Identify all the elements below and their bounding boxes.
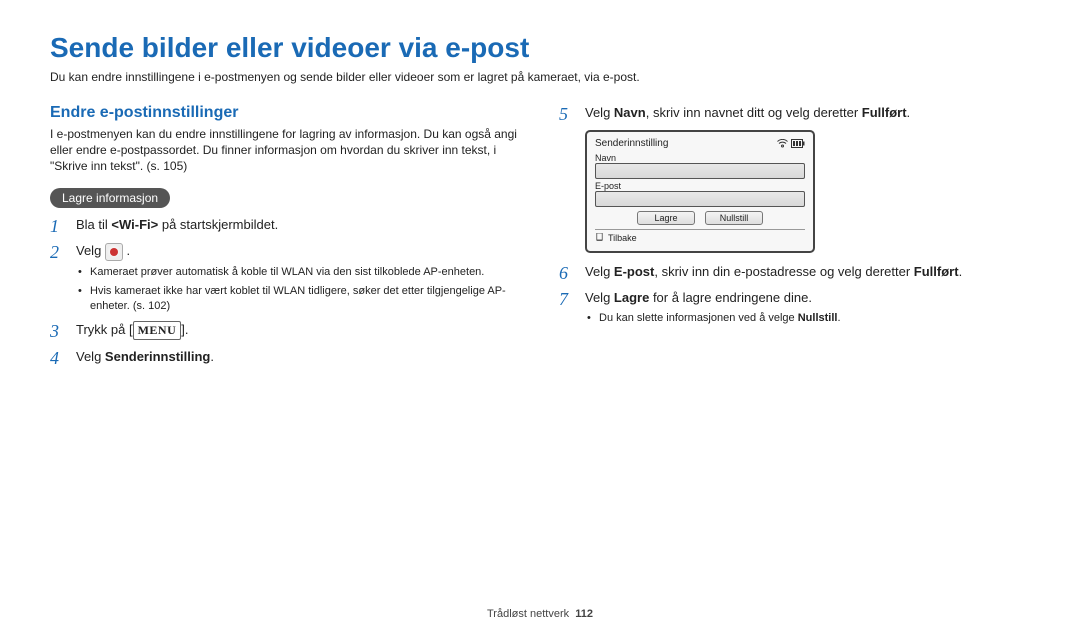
step-6: Velg E-post, skriv inn din e-postadresse…	[559, 263, 1030, 281]
wifi-icon	[777, 139, 788, 148]
step-2: Velg . Kameraet prøver automatisk å kobl…	[50, 242, 521, 313]
section-heading: Endre e-postinnstillinger	[50, 104, 521, 122]
steps-right: Velg Navn, skriv inn navnet ditt og velg…	[559, 104, 1030, 122]
camera-field-navn-input[interactable]	[595, 163, 805, 179]
camera-status-icons	[777, 138, 805, 149]
page-description: Du kan endre innstillingene i e-postmeny…	[50, 70, 1030, 86]
right-column: Velg Navn, skriv inn navnet ditt og velg…	[559, 104, 1030, 375]
battery-icon	[791, 139, 805, 148]
step-5: Velg Navn, skriv inn navnet ditt og velg…	[559, 104, 1030, 122]
page-footer: Trådløst nettverk 112	[0, 608, 1080, 620]
step-3: Trykk på [MENU].	[50, 321, 521, 340]
camera-field-navn-label: Navn	[595, 153, 805, 163]
camera-field-epost-label: E-post	[595, 181, 805, 191]
step-4: Velg Senderinnstilling.	[50, 348, 521, 366]
info-pill: Lagre informasjon	[50, 188, 170, 208]
step-1: Bla til <Wi-Fi> på startskjermbildet.	[50, 216, 521, 234]
camera-back-label[interactable]: Tilbake	[608, 233, 637, 243]
back-icon	[595, 233, 604, 242]
page-title: Sende bilder eller videoer via e-post	[50, 32, 1030, 64]
email-app-icon	[105, 243, 123, 261]
footer-section: Trådløst nettverk	[487, 608, 569, 620]
camera-reset-button[interactable]: Nullstill	[705, 211, 763, 225]
camera-field-epost-input[interactable]	[595, 191, 805, 207]
steps-right-cont: Velg E-post, skriv inn din e-postadresse…	[559, 263, 1030, 326]
footer-page-number: 112	[575, 608, 593, 620]
menu-button-label: MENU	[133, 321, 182, 340]
step-7: Velg Lagre for å lagre endringene dine. …	[559, 289, 1030, 326]
left-column: Endre e-postinnstillinger I e-postmenyen…	[50, 104, 521, 375]
camera-save-button[interactable]: Lagre	[637, 211, 695, 225]
step-2-sub-1: Kameraet prøver automatisk å koble til W…	[76, 265, 521, 280]
steps-left: Bla til <Wi-Fi> på startskjermbildet. Ve…	[50, 216, 521, 366]
step-7-sub-1: Du kan slette informasjonen ved å velge …	[585, 311, 1030, 326]
step-2-sub-2: Hvis kameraet ikke har vært koblet til W…	[76, 284, 521, 314]
camera-display: Senderinnstilling Navn E-post Lagre Null…	[585, 130, 815, 253]
section-body: I e-postmenyen kan du endre innstillinge…	[50, 126, 521, 175]
camera-title: Senderinnstilling	[595, 138, 668, 149]
